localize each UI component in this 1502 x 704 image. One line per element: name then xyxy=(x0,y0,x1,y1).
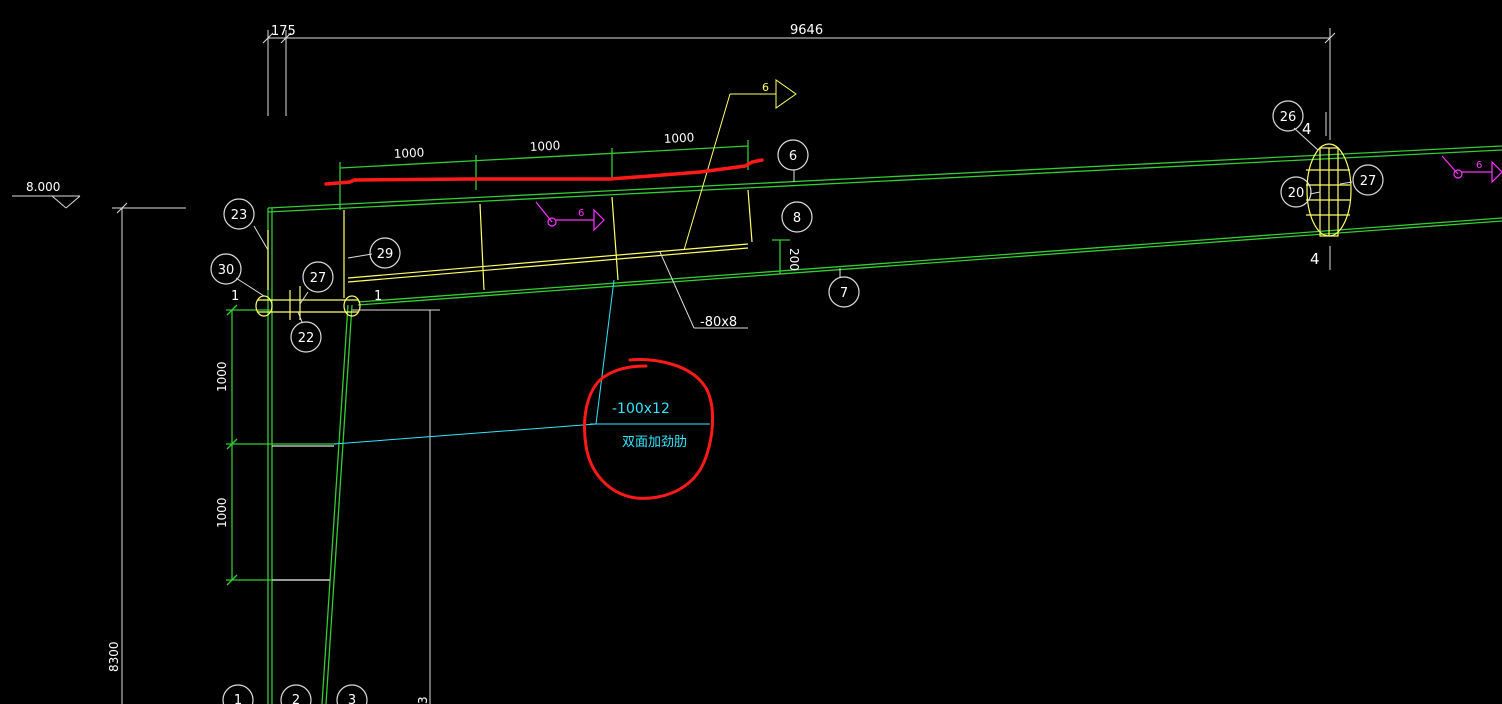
stiffeners xyxy=(255,143,1352,320)
callout-23-label: 23 xyxy=(231,208,248,223)
section-mark-1b: 1 xyxy=(374,289,382,304)
callout-7-label: 7 xyxy=(840,286,848,301)
dim-col-1000-b-label: 1000 xyxy=(215,497,229,528)
callout-27-left-label: 27 xyxy=(310,271,327,286)
cyan-leader xyxy=(333,279,710,445)
callout-26-label: 26 xyxy=(1280,110,1297,125)
callout-26[interactable]: 26 xyxy=(1272,100,1304,132)
red-circle-markup xyxy=(583,358,715,500)
elevation-label: 8.000 xyxy=(26,180,60,194)
callout-29[interactable]: 29 xyxy=(369,237,401,269)
weld-right-label: 6 xyxy=(1476,160,1482,171)
section-mark-1a: 1 xyxy=(231,289,239,304)
dim-175-label: 175 xyxy=(271,24,296,39)
member-outlines xyxy=(226,140,1502,704)
callout-20-label: 20 xyxy=(1288,186,1305,201)
callout-1-label: 1 xyxy=(234,693,242,704)
callout-1[interactable]: 1 xyxy=(222,684,254,704)
column-stiffeners xyxy=(272,445,334,581)
dim-1000-b-label: 1000 xyxy=(529,138,560,154)
red-underline-markup xyxy=(324,158,764,186)
dim-8300-label: 8300 xyxy=(107,641,121,672)
weld-symbol-middle xyxy=(535,201,605,232)
callout-22-label: 22 xyxy=(298,331,315,346)
callout-27-right-label: 27 xyxy=(1360,174,1377,189)
callout-8-label: 8 xyxy=(793,211,801,226)
callout-2-label: 2 xyxy=(292,693,300,704)
callout-29-label: 29 xyxy=(377,247,394,262)
callout-2[interactable]: 2 xyxy=(280,684,312,704)
callout-8[interactable]: 8 xyxy=(781,201,813,233)
stiffener-spec-label: -100x12 xyxy=(612,401,670,417)
stiffener-note-label: 双面加劲肋 xyxy=(622,435,687,450)
cad-drawing-canvas: 175 9646 8.000 8300 3 1000 1000 1000 200… xyxy=(0,0,1502,704)
dim-1000-c-label: 1000 xyxy=(663,130,694,146)
callout-27-left[interactable]: 27 xyxy=(302,261,334,293)
dim-200-label: 200 xyxy=(787,248,801,271)
red-markup xyxy=(324,158,764,500)
callout-30-label: 30 xyxy=(218,263,235,278)
dim-partial-label: 3 xyxy=(416,696,430,704)
callout-3-label: 3 xyxy=(348,693,356,704)
section-mark-4a: 4 xyxy=(1302,120,1312,138)
dim-1000-a-label: 1000 xyxy=(393,145,424,161)
weld-symbol-right xyxy=(1441,155,1502,184)
dim-9646-label: 9646 xyxy=(790,23,823,38)
callout-22[interactable]: 22 xyxy=(290,321,322,353)
callout-3[interactable]: 3 xyxy=(336,684,368,704)
section-mark-4b: 4 xyxy=(1310,250,1320,268)
dim-col-1000-a-label: 1000 xyxy=(215,361,229,392)
weld-middle-label: 6 xyxy=(578,208,584,219)
callout-23[interactable]: 23 xyxy=(223,198,255,230)
callout-6[interactable]: 6 xyxy=(777,139,809,171)
weld-top-label: 6 xyxy=(762,81,769,94)
flange-plate-label: -80x8 xyxy=(700,315,737,330)
callout-30[interactable]: 30 xyxy=(210,253,242,285)
callout-7[interactable]: 7 xyxy=(828,276,860,308)
callout-6-label: 6 xyxy=(789,149,797,164)
callout-27-right[interactable]: 27 xyxy=(1352,164,1384,196)
